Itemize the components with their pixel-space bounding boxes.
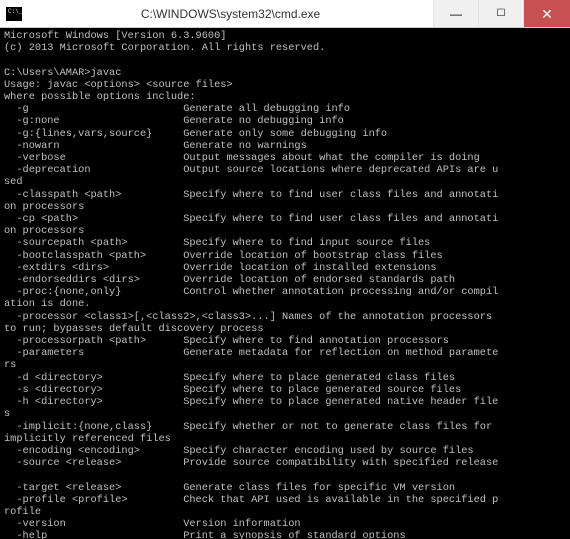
cmd-window: C:\WINDOWS\system32\cmd.exe — ☐ ✕ Micros…	[0, 0, 570, 539]
terminal-content[interactable]: Microsoft Windows [Version 6.3.9600] (c)…	[0, 28, 570, 539]
titlebar[interactable]: C:\WINDOWS\system32\cmd.exe — ☐ ✕	[0, 0, 570, 28]
maximize-icon: ☐	[497, 9, 506, 19]
window-buttons: — ☐ ✕	[433, 0, 570, 27]
maximize-button[interactable]: ☐	[478, 0, 523, 27]
window-title: C:\WINDOWS\system32\cmd.exe	[28, 7, 433, 21]
close-icon: ✕	[541, 7, 553, 21]
minimize-button[interactable]: —	[433, 0, 478, 27]
close-button[interactable]: ✕	[523, 0, 570, 27]
minimize-icon: —	[450, 8, 462, 20]
cmd-icon	[6, 7, 22, 21]
